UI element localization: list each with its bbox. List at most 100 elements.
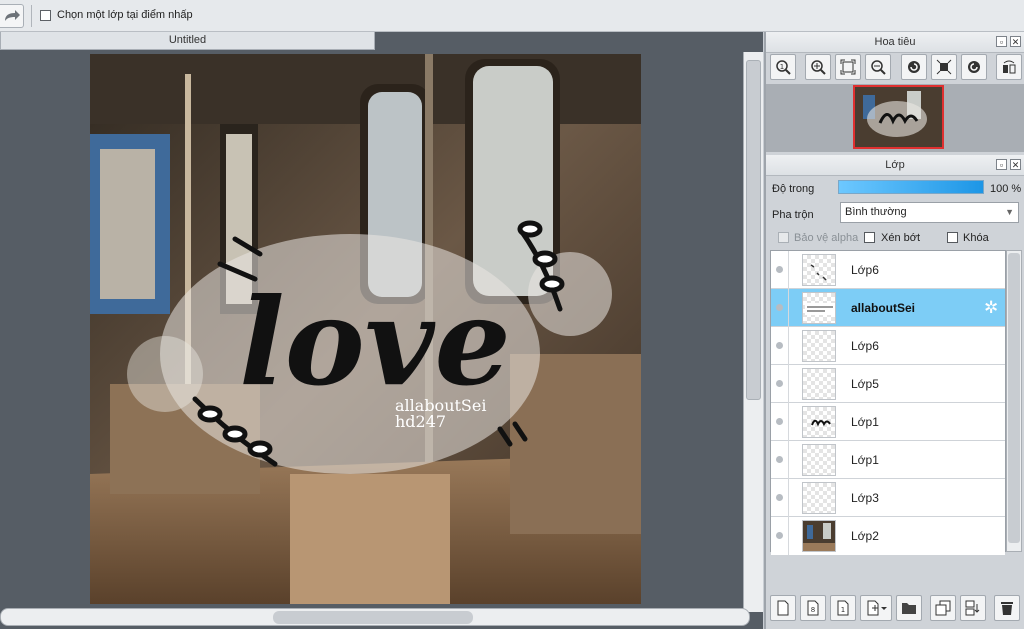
layer-list-scrollbar[interactable] [1006, 250, 1022, 552]
layer-name: Lớp6 [851, 263, 879, 277]
svg-text:1: 1 [780, 63, 784, 71]
layer-row[interactable]: Lớp1 [771, 441, 1005, 479]
new-halftone-layer-button[interactable]: 8 [800, 595, 826, 621]
top-toolbar: Chọn một lớp tại điểm nhấp [0, 0, 1024, 32]
row-divider [788, 365, 789, 403]
visibility-toggle-icon[interactable] [776, 266, 783, 273]
row-divider [788, 479, 789, 517]
redo-button[interactable] [0, 4, 24, 28]
clipping-checkbox[interactable] [864, 232, 875, 243]
duplicate-layer-button[interactable] [930, 595, 956, 621]
zoom-out-button[interactable] [865, 54, 891, 80]
fit-screen-icon [840, 59, 856, 75]
navigator-title: Hoa tiêu [766, 32, 1024, 53]
new-1bit-layer-icon: 1 [837, 600, 849, 616]
canvas-artwork: love allaboutSei hd247 [90, 54, 641, 604]
drawing-canvas[interactable]: love allaboutSei hd247 [90, 54, 641, 604]
layer-row[interactable]: Lớp6 [771, 251, 1005, 289]
svg-text:8: 8 [811, 606, 815, 614]
add-layer-menu-button[interactable] [860, 595, 892, 621]
watermark-line2: hd247 [395, 412, 446, 431]
flip-icon [1003, 60, 1016, 74]
right-panel-dock: Hoa tiêu ▫ ✕ 1 Lớp ▫ ✕ Độ trong 100 % Ph… [764, 32, 1024, 629]
navigator-toolbar: 1 [770, 54, 1022, 82]
clipping-label: Xén bớt [881, 232, 921, 244]
navigator-thumbnail-image [855, 87, 942, 147]
zoom-actual-button[interactable]: 1 [770, 54, 796, 80]
flip-button[interactable] [996, 54, 1022, 80]
layer-thumbnail [802, 254, 836, 286]
layer-thumbnail-image [810, 264, 827, 281]
navigator-panel: Hoa tiêu ▫ ✕ 1 [766, 32, 1024, 153]
fit-window-button[interactable] [931, 54, 957, 80]
layer-thumbnail [802, 482, 836, 514]
chevron-down-icon: ▼ [1005, 207, 1014, 217]
layers-close-button[interactable]: ✕ [1010, 159, 1021, 170]
visibility-toggle-icon[interactable] [776, 342, 783, 349]
layer-thumbnail [802, 406, 836, 438]
layer-thumbnail-image [803, 523, 835, 551]
zoom-actual-icon: 1 [776, 60, 791, 75]
zoom-out-icon [871, 60, 886, 75]
rotate-left-button[interactable] [901, 54, 927, 80]
layer-list-scroll-thumb[interactable] [1008, 253, 1020, 543]
layer-thumbnail-image [811, 419, 831, 427]
document-tab[interactable]: Untitled [0, 32, 375, 50]
fit-window-icon [936, 59, 952, 75]
new-halftone-layer-icon: 8 [807, 600, 819, 616]
fit-screen-button[interactable] [835, 54, 861, 80]
canvas-horizontal-scroll-thumb[interactable] [273, 611, 473, 624]
blend-mode-select[interactable]: Bình thường ▼ [840, 202, 1019, 223]
new-folder-icon [902, 603, 916, 614]
canvas-vertical-scroll-thumb[interactable] [746, 60, 761, 400]
rotate-right-button[interactable] [961, 54, 987, 80]
new-layer-button[interactable] [770, 595, 796, 621]
visibility-toggle-icon[interactable] [776, 456, 783, 463]
layer-row[interactable]: Lớp5 [771, 365, 1005, 403]
delete-layer-button[interactable] [994, 595, 1020, 621]
visibility-toggle-icon[interactable] [776, 494, 783, 501]
toolbar-separator [31, 5, 32, 27]
layers-title: Lớp [766, 155, 1024, 176]
new-layer-icon [777, 600, 789, 616]
select-layer-on-click-checkbox[interactable] [40, 10, 51, 21]
new-folder-button[interactable] [896, 595, 922, 621]
layer-thumbnail [802, 330, 836, 362]
layer-settings-gear-icon[interactable]: ✲ [984, 298, 998, 318]
layer-thumbnail [802, 444, 836, 476]
layer-thumbnail-image [805, 303, 835, 315]
navigator-thumbnail[interactable] [853, 85, 944, 149]
new-1bit-layer-button[interactable]: 1 [830, 595, 856, 621]
love-lettering: love [239, 272, 511, 413]
row-divider [788, 327, 789, 365]
row-divider [788, 441, 789, 479]
protect-alpha-checkbox[interactable] [778, 232, 789, 243]
zoom-in-button[interactable] [805, 54, 831, 80]
layer-row[interactable]: Lớp2 [771, 517, 1005, 555]
visibility-toggle-icon[interactable] [776, 532, 783, 539]
visibility-toggle-icon[interactable] [776, 380, 783, 387]
canvas-horizontal-scrollbar[interactable] [0, 608, 750, 626]
opacity-slider[interactable] [838, 180, 984, 194]
merge-down-button[interactable] [960, 595, 986, 621]
layers-panel: Lớp ▫ ✕ Độ trong 100 % Pha trộn Bình thư… [766, 155, 1024, 629]
canvas-vertical-scrollbar[interactable] [743, 52, 763, 612]
navigator-close-button[interactable]: ✕ [1010, 36, 1021, 47]
row-divider [788, 251, 789, 289]
lock-checkbox[interactable] [947, 232, 958, 243]
layer-thumbnail [802, 520, 836, 552]
merge-down-icon [965, 600, 980, 616]
row-divider [788, 289, 789, 327]
layer-row[interactable]: Lớp6 [771, 327, 1005, 365]
add-layer-menu-icon [867, 600, 887, 616]
layer-row[interactable]: Lớp3 [771, 479, 1005, 517]
blend-mode-value: Bình thường [845, 206, 907, 218]
layer-row-selected[interactable]: allaboutSei ✲ [771, 289, 1005, 327]
layer-row[interactable]: Lớp1 [771, 403, 1005, 441]
navigator-undock-button[interactable]: ▫ [996, 36, 1007, 47]
layer-bottom-toolbar: 8 1 [770, 595, 1022, 623]
layer-name: allaboutSei [851, 301, 916, 315]
layers-undock-button[interactable]: ▫ [996, 159, 1007, 170]
visibility-toggle-icon[interactable] [776, 304, 783, 311]
visibility-toggle-icon[interactable] [776, 418, 783, 425]
